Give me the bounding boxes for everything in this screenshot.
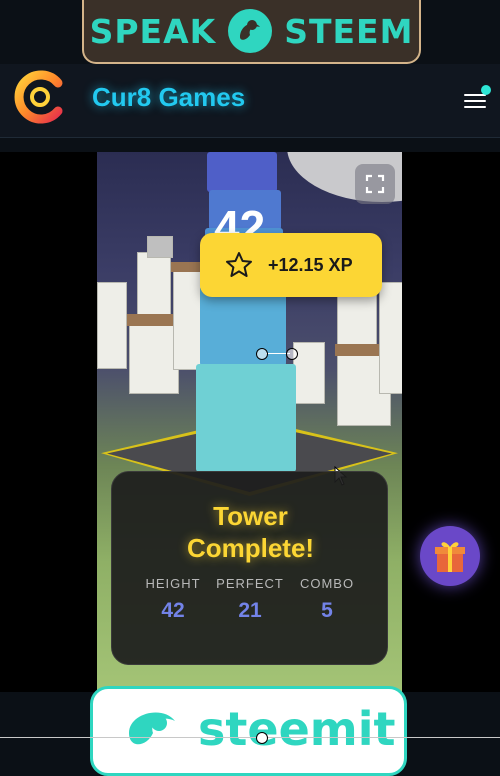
- building-shape: [129, 322, 179, 394]
- xp-toast: +12.15 XP: [200, 233, 382, 297]
- stat-value: 5: [321, 599, 333, 622]
- steemit-banner[interactable]: steemit: [90, 686, 407, 776]
- banner-word-right: STEEM: [284, 11, 414, 51]
- tower-block: [196, 364, 296, 472]
- tower-block: [200, 286, 286, 366]
- hamburger-icon-line: [464, 106, 486, 108]
- drag-handle[interactable]: [256, 348, 268, 360]
- gift-icon: [435, 542, 465, 572]
- result-card: Tower Complete! HEIGHT 42 PERFECT 21 COM…: [111, 471, 388, 665]
- fullscreen-button[interactable]: [355, 164, 395, 204]
- star-icon: [226, 252, 252, 277]
- stat-label: COMBO: [299, 576, 355, 591]
- steem-logo-icon: [228, 9, 273, 53]
- steemit-logo-icon: [129, 712, 175, 745]
- drag-handle[interactable]: [286, 348, 298, 360]
- xp-amount: +12.15 XP: [268, 254, 353, 275]
- tower-block: [207, 152, 277, 192]
- roof-shape: [127, 314, 179, 326]
- banner-word-left: SPEAK: [89, 11, 217, 51]
- app-header: Cur8 Games: [0, 64, 500, 138]
- building-shape: [293, 342, 325, 404]
- fullscreen-icon: [365, 174, 385, 194]
- drag-handle[interactable]: [256, 732, 268, 744]
- result-title-line1: Tower: [213, 501, 288, 531]
- menu-button[interactable]: [458, 84, 494, 114]
- notification-dot-icon: [481, 85, 491, 95]
- result-title-line2: Complete!: [186, 533, 315, 563]
- steemit-word: steemit: [198, 702, 396, 756]
- result-title: Tower Complete!: [112, 500, 389, 564]
- divider-line: [0, 737, 500, 738]
- cur8-logo-icon[interactable]: [12, 69, 68, 125]
- building-shape: [379, 282, 402, 394]
- speak-steem-banner[interactable]: SPEAK STEEM: [82, 0, 421, 64]
- building-shape: [147, 236, 173, 258]
- building-shape: [97, 282, 127, 369]
- stat-combo: COMBO 5: [282, 576, 372, 623]
- app-title[interactable]: Cur8 Games: [92, 82, 245, 113]
- gift-button[interactable]: [420, 526, 480, 586]
- hamburger-icon-line: [464, 100, 486, 102]
